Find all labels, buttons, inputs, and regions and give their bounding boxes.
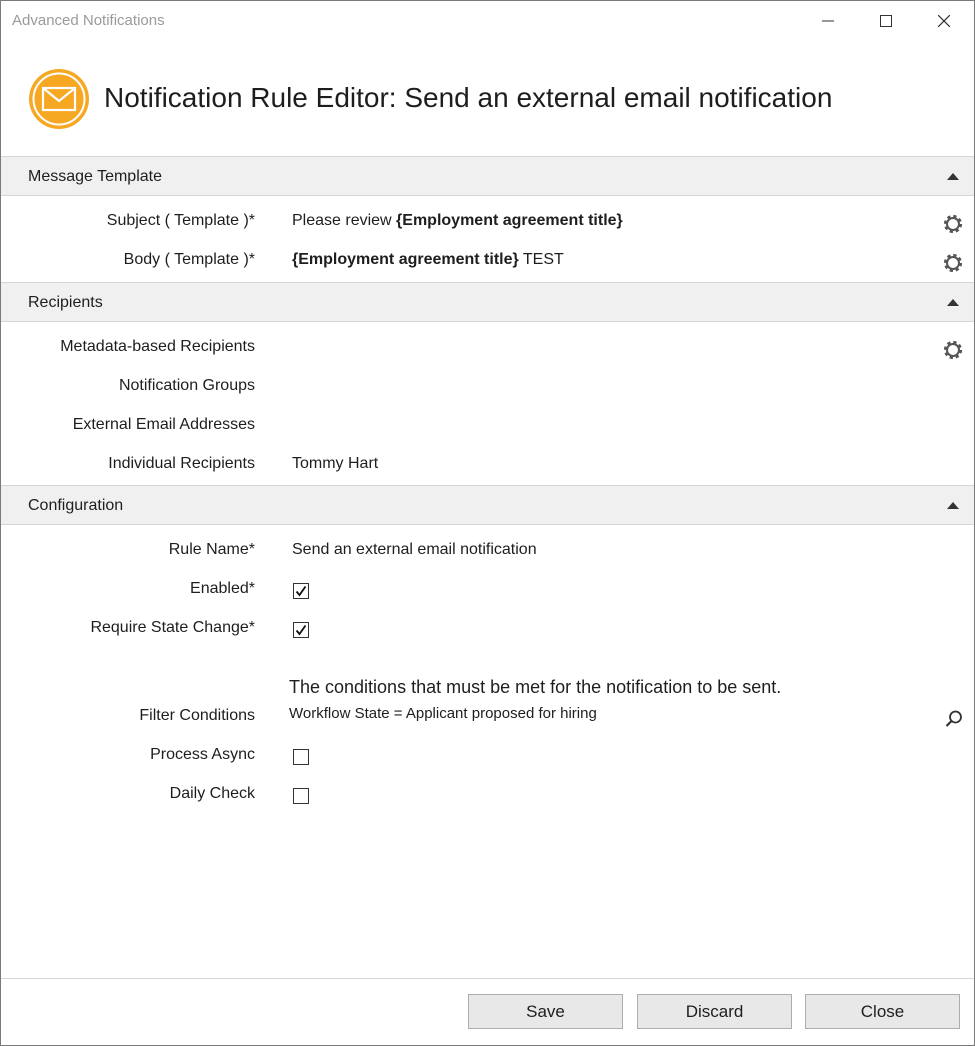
close-window-button[interactable] xyxy=(921,5,967,37)
notification-groups-row: Notification Groups xyxy=(1,373,974,401)
daily-check-label: Daily Check xyxy=(169,785,255,802)
process-async-label: Process Async xyxy=(150,746,255,763)
search-icon[interactable] xyxy=(944,709,964,729)
section-title: Message Template xyxy=(28,168,162,185)
discard-button[interactable]: Discard xyxy=(637,994,792,1029)
daily-check-row: Daily Check xyxy=(1,781,974,809)
subject-template-row: Subject ( Template )* Please review {Emp… xyxy=(1,208,974,236)
checkmark-icon xyxy=(295,624,307,636)
subject-prefix: Please review xyxy=(292,212,397,229)
envelope-icon xyxy=(29,69,89,129)
individual-recipients-row: Individual Recipients Tommy Hart xyxy=(1,451,974,479)
title-bar: Advanced Notifications xyxy=(1,1,974,41)
process-async-checkbox[interactable] xyxy=(293,749,309,765)
subject-template-value[interactable]: Please review {Employment agreement titl… xyxy=(292,212,623,230)
close-icon xyxy=(938,15,950,27)
metadata-recipients-row: Metadata-based Recipients xyxy=(1,334,974,362)
filter-conditions-value[interactable]: Workflow State = Applicant proposed for … xyxy=(289,705,597,722)
save-button[interactable]: Save xyxy=(468,994,623,1029)
process-async-row: Process Async xyxy=(1,742,974,770)
collapse-up-icon[interactable] xyxy=(947,298,959,306)
enabled-row: Enabled* xyxy=(1,576,974,604)
enabled-label: Enabled* xyxy=(190,580,255,597)
individual-recipients-label: Individual Recipients xyxy=(108,455,255,472)
external-email-label: External Email Addresses xyxy=(72,416,255,433)
section-configuration[interactable]: Configuration xyxy=(1,485,974,525)
checkmark-icon xyxy=(295,585,307,597)
body-template-row: Body ( Template )* {Employment agreement… xyxy=(1,247,974,275)
require-state-change-checkbox[interactable] xyxy=(293,622,309,638)
rule-name-row: Rule Name* Send an external email notifi… xyxy=(1,537,974,565)
section-message-template[interactable]: Message Template xyxy=(1,156,974,196)
close-button[interactable]: Close xyxy=(805,994,960,1029)
enabled-checkbox[interactable] xyxy=(293,583,309,599)
body-placeholder: {Employment agreement title} xyxy=(292,251,519,268)
daily-check-checkbox[interactable] xyxy=(293,788,309,804)
collapse-up-icon[interactable] xyxy=(947,501,959,509)
require-state-change-label: Require State Change* xyxy=(90,619,255,636)
external-email-row: External Email Addresses xyxy=(1,412,974,440)
require-state-change-row: Require State Change* xyxy=(1,615,974,643)
dialog-footer: Save Discard Close xyxy=(1,978,974,1045)
subject-template-label: Subject ( Template )* xyxy=(106,212,255,229)
minimize-icon xyxy=(822,20,834,22)
individual-recipients-value[interactable]: Tommy Hart xyxy=(292,455,378,473)
filter-conditions-description: The conditions that must be met for the … xyxy=(289,677,782,697)
section-recipients[interactable]: Recipients xyxy=(1,282,974,322)
gear-icon[interactable] xyxy=(942,339,964,361)
section-title: Recipients xyxy=(28,294,103,311)
page-title: Notification Rule Editor: Send an extern… xyxy=(104,82,833,113)
collapse-up-icon[interactable] xyxy=(947,172,959,180)
notification-groups-label: Notification Groups xyxy=(118,377,255,394)
maximize-icon xyxy=(880,15,892,27)
maximize-button[interactable] xyxy=(863,5,909,37)
body-template-value[interactable]: {Employment agreement title} TEST xyxy=(292,251,564,269)
rule-name-value[interactable]: Send an external email notification xyxy=(292,541,537,559)
metadata-recipients-label: Metadata-based Recipients xyxy=(60,338,255,355)
editor-header: Notification Rule Editor: Send an extern… xyxy=(1,41,974,156)
notification-rule-editor-window: Advanced Notifications Notification Rule… xyxy=(0,0,975,1046)
section-title: Configuration xyxy=(28,497,124,514)
rule-name-label: Rule Name* xyxy=(168,541,255,558)
minimize-button[interactable] xyxy=(805,5,851,37)
body-template-label: Body ( Template )* xyxy=(123,251,255,268)
gear-icon[interactable] xyxy=(942,213,964,235)
window-title: Advanced Notifications xyxy=(12,12,165,29)
subject-placeholder: {Employment agreement title} xyxy=(396,212,623,229)
body-suffix: TEST xyxy=(518,251,564,268)
gear-icon[interactable] xyxy=(942,252,964,274)
filter-conditions-label: Filter Conditions xyxy=(139,707,255,724)
